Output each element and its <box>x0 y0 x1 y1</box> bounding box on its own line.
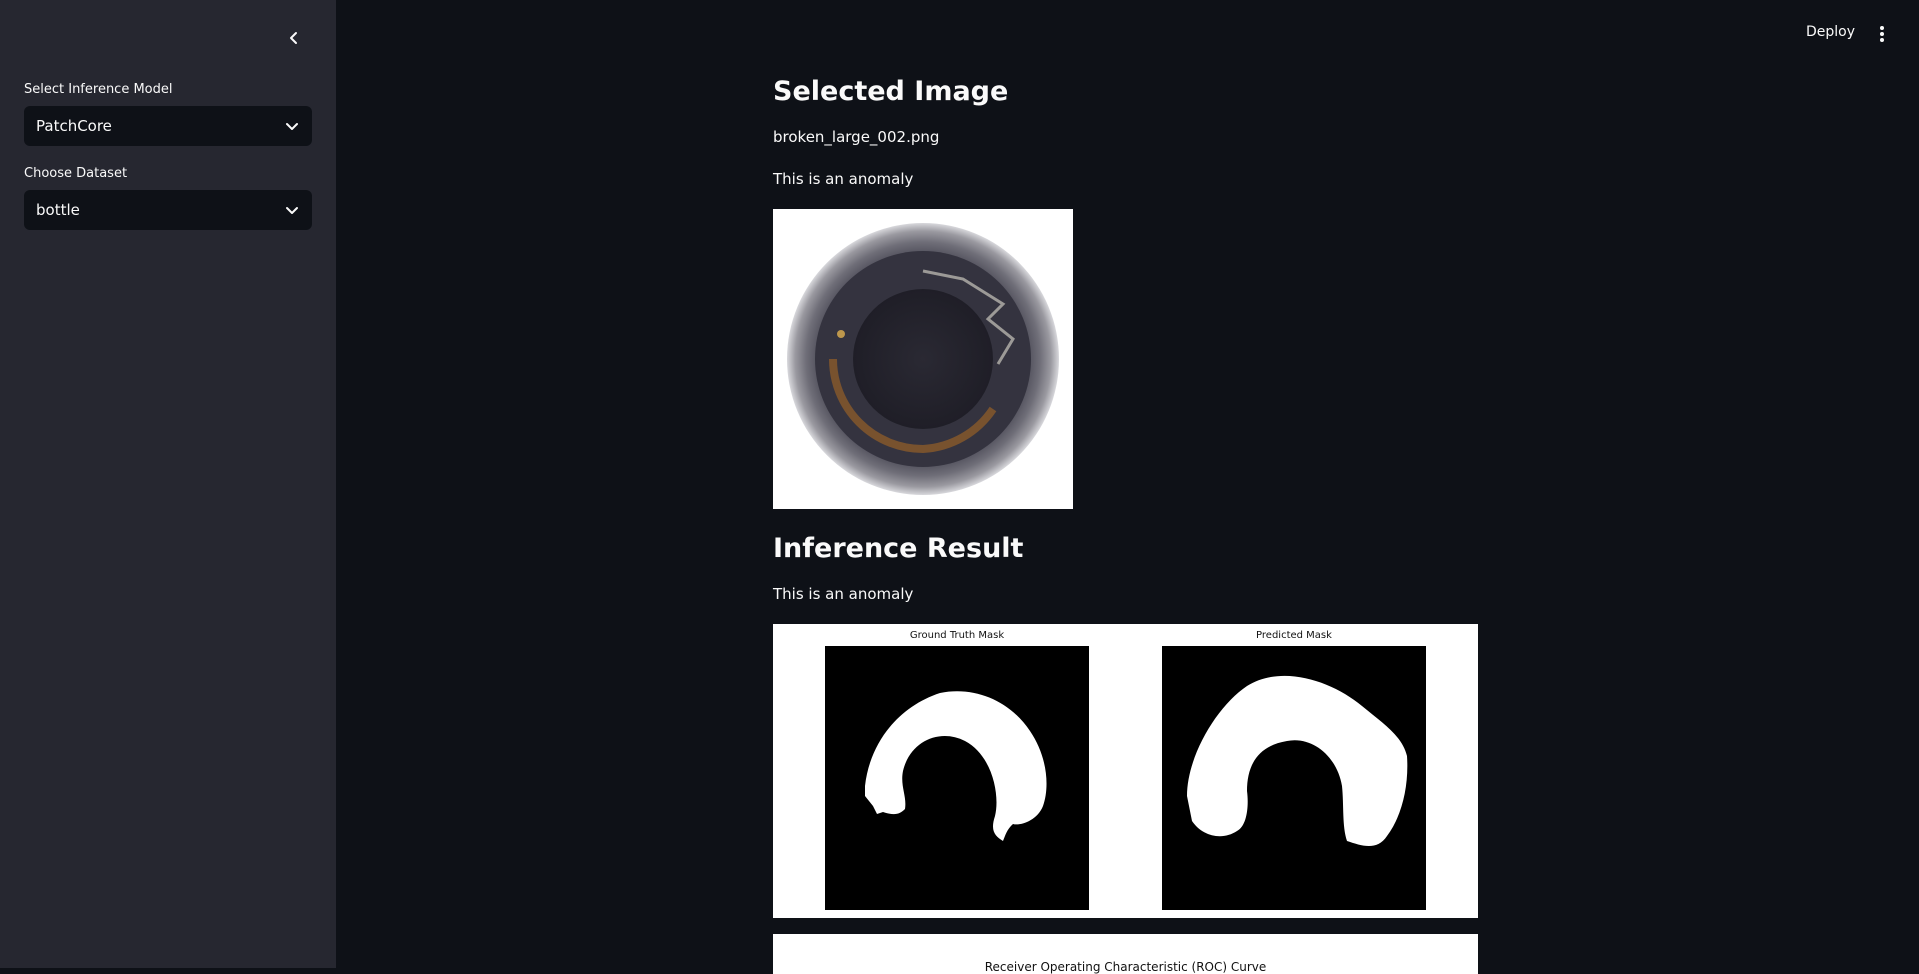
collapse-sidebar-button[interactable] <box>280 24 308 52</box>
predicted-mask-title: Predicted Mask <box>1256 630 1332 641</box>
bottle-photo <box>787 223 1059 495</box>
mask-comparison-figure: Ground Truth Mask Predicted Mask <box>773 624 1478 918</box>
model-select-value: PatchCore <box>36 117 112 135</box>
roc-figure: Receiver Operating Characteristic (ROC) … <box>773 934 1478 974</box>
model-select[interactable]: PatchCore <box>24 106 312 146</box>
selected-filename: broken_large_002.png <box>773 128 940 146</box>
predicted-mask-shape <box>1187 675 1408 846</box>
inference-result-heading: Inference Result <box>773 533 1024 564</box>
chevron-left-icon <box>290 32 297 44</box>
deploy-button[interactable]: Deploy <box>1800 22 1861 42</box>
bottle-image <box>773 209 1073 509</box>
chevron-down-icon <box>286 207 298 214</box>
ground-truth-mask <box>825 646 1089 910</box>
selected-status-text: This is an anomaly <box>773 170 914 188</box>
model-select-label: Select Inference Model <box>24 82 173 97</box>
ground-truth-mask-shape <box>865 691 1047 841</box>
selected-image-heading: Selected Image <box>773 76 1009 107</box>
dataset-select-label: Choose Dataset <box>24 166 128 181</box>
dataset-select[interactable]: bottle <box>24 190 312 230</box>
ground-truth-mask-title: Ground Truth Mask <box>909 630 1005 641</box>
dataset-select-value: bottle <box>36 201 80 219</box>
chevron-down-icon <box>286 123 298 130</box>
sidebar: Select Inference Model PatchCore Choose … <box>0 0 336 968</box>
result-status-text: This is an anomaly <box>773 585 914 603</box>
roc-title: Receiver Operating Characteristic (ROC) … <box>984 960 1267 974</box>
predicted-mask <box>1162 646 1426 910</box>
more-vertical-icon <box>1880 26 1884 42</box>
main-menu-button[interactable] <box>1872 22 1892 46</box>
